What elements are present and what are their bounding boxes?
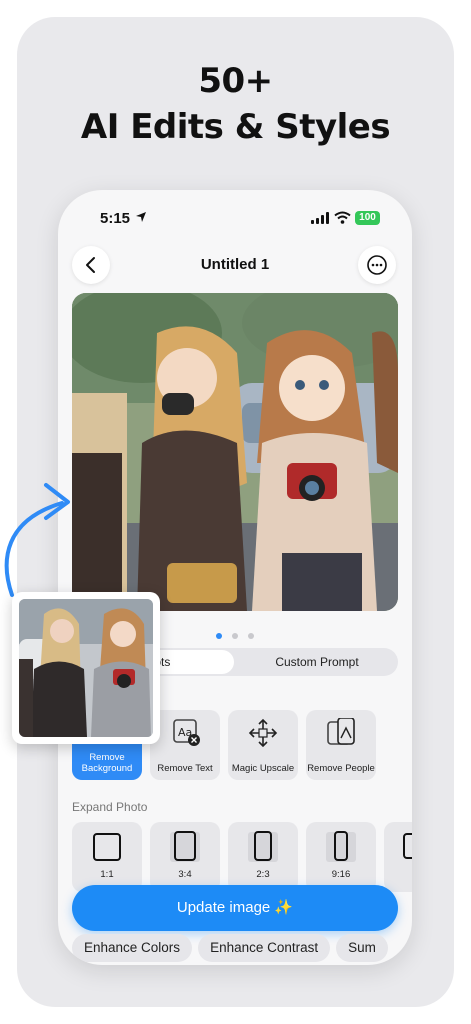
tool-label: Remove Text xyxy=(157,763,213,774)
ratio-2-3-icon xyxy=(248,831,278,862)
tool-magic-upscale[interactable]: Magic Upscale xyxy=(228,710,298,780)
edited-image[interactable] xyxy=(72,293,398,611)
chip-enhance-colors[interactable]: Enhance Colors xyxy=(72,934,193,962)
tab-custom-prompt[interactable]: Custom Prompt xyxy=(238,650,396,674)
original-photo-thumbnail xyxy=(12,592,160,744)
page-dot[interactable] xyxy=(215,633,222,639)
more-options-button[interactable] xyxy=(358,246,396,284)
tool-label: Remove People xyxy=(307,763,375,774)
curved-arrow-icon xyxy=(4,483,70,597)
tool-label: Remove Background xyxy=(81,752,133,774)
ratio-1-1[interactable]: 1:1 xyxy=(72,822,142,892)
update-image-button[interactable]: Update image ✨ xyxy=(72,885,398,931)
ratio-1-1-icon xyxy=(93,833,121,861)
ratio-partial[interactable]: 4 xyxy=(384,822,412,892)
signal-icon xyxy=(311,212,329,224)
tool-label: Magic Upscale xyxy=(231,763,295,774)
remove-people-icon xyxy=(327,718,355,745)
headline: 50+ AI Edits & Styles xyxy=(0,58,471,150)
remove-text-icon: Aa xyxy=(173,719,200,746)
page-dot[interactable] xyxy=(248,633,255,639)
upscale-icon xyxy=(248,718,278,748)
anime-illustration xyxy=(72,293,398,611)
ratio-partial-icon xyxy=(403,833,412,859)
status-bar: 5:15 100 xyxy=(58,190,412,242)
original-photo xyxy=(19,599,153,737)
ratio-3-4[interactable]: 3:4 xyxy=(150,822,220,892)
ratio-2-3[interactable]: 2:3 xyxy=(228,822,298,892)
ratio-3-4-icon xyxy=(170,831,200,862)
prompt-chips: Enhance Colors Enhance Contrast Sum xyxy=(72,934,412,965)
tool-remove-people[interactable]: Remove People xyxy=(306,710,376,780)
ratio-label: 2:3 xyxy=(256,869,270,880)
location-arrow-icon xyxy=(136,212,146,222)
tool-remove-text[interactable]: Aa Remove Text xyxy=(150,710,220,780)
battery-indicator: 100 xyxy=(355,211,380,225)
page-dot[interactable] xyxy=(232,633,238,639)
chip-partial[interactable]: Sum xyxy=(336,934,388,962)
headline-line-1: 50+ xyxy=(198,61,273,101)
chip-enhance-contrast[interactable]: Enhance Contrast xyxy=(198,934,331,962)
ratio-label: 4 xyxy=(384,869,412,880)
more-icon xyxy=(367,255,387,275)
ratio-label: 9:16 xyxy=(331,869,351,880)
phone-screen: 5:15 100 Untitled 1 Custom Prompt Remove… xyxy=(58,190,412,965)
ratio-label: 3:4 xyxy=(178,869,192,880)
ratio-label: 1:1 xyxy=(100,869,114,880)
expand-photo-label: Expand Photo xyxy=(72,800,148,814)
ratio-9-16[interactable]: 9:16 xyxy=(306,822,376,892)
ratio-9-16-icon xyxy=(326,831,356,862)
photo-illustration xyxy=(19,599,153,737)
headline-line-2: AI Edits & Styles xyxy=(80,107,391,147)
wifi-icon xyxy=(334,211,351,224)
nav-bar: Untitled 1 xyxy=(58,242,412,288)
status-time: 5:15 xyxy=(100,210,131,227)
